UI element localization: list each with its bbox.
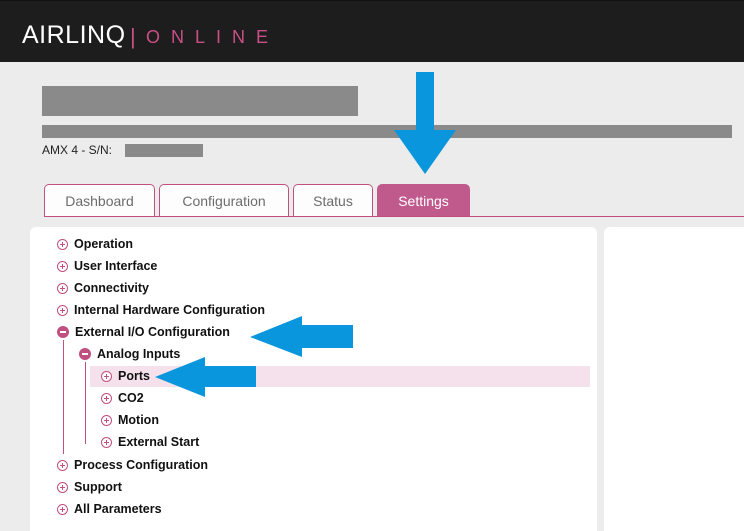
expand-plus-icon[interactable] (57, 238, 68, 250)
tab-divider (44, 216, 744, 217)
annotation-arrow-left-icon (250, 316, 353, 357)
tree-item-label: CO2 (118, 391, 144, 405)
tree-connector-line (85, 362, 86, 444)
expand-plus-icon[interactable] (101, 392, 112, 404)
tree-item-all-parameters[interactable]: All Parameters (57, 498, 162, 520)
expand-plus-icon[interactable] (57, 260, 68, 272)
tree-item-label: Support (74, 480, 122, 494)
redacted-device-description (42, 125, 732, 138)
tree-item-label: Internal Hardware Configuration (74, 303, 265, 317)
device-model-label: AMX 4 - S/N: (42, 143, 113, 157)
tab-label: Status (313, 192, 353, 209)
expand-plus-icon[interactable] (57, 503, 68, 515)
expand-plus-icon[interactable] (101, 370, 112, 382)
tree-item-ports[interactable]: Ports (101, 365, 150, 387)
brand-separator: | (130, 24, 136, 49)
tree-item-label: Motion (118, 413, 159, 427)
expand-plus-icon[interactable] (57, 304, 68, 316)
settings-detail-panel (604, 227, 744, 531)
tree-item-operation[interactable]: Operation (57, 233, 133, 255)
app-header: AIRLINQ | ONLINE (0, 0, 744, 62)
brand-logo: AIRLINQ (22, 21, 126, 49)
tab-label: Settings (398, 192, 449, 209)
tree-item-label: User Interface (74, 259, 158, 273)
expand-plus-icon[interactable] (101, 414, 112, 426)
collapse-minus-icon[interactable] (79, 348, 91, 360)
tree-item-process-configuration[interactable]: Process Configuration (57, 454, 208, 476)
expand-plus-icon[interactable] (101, 436, 112, 448)
tree-item-label: Connectivity (74, 281, 150, 295)
tab-label: Configuration (182, 192, 266, 209)
annotation-arrow-left-icon (155, 357, 256, 397)
tree-item-connectivity[interactable]: Connectivity (57, 277, 149, 299)
brand-subtitle: ONLINE (146, 27, 280, 47)
tree-item-label: All Parameters (74, 502, 162, 516)
expand-plus-icon[interactable] (57, 459, 68, 471)
redacted-device-name (42, 86, 358, 116)
tree-item-external-io-configuration[interactable]: External I/O Configuration (57, 321, 230, 343)
tab-dashboard[interactable]: Dashboard (44, 184, 155, 216)
tab-settings[interactable]: Settings (377, 184, 470, 216)
tree-item-support[interactable]: Support (57, 476, 122, 498)
tree-item-label: External I/O Configuration (75, 325, 230, 339)
tree-item-motion[interactable]: Motion (101, 409, 159, 431)
redacted-serial-number (125, 144, 203, 157)
tree-item-external-start[interactable]: External Start (101, 431, 199, 453)
expand-plus-icon[interactable] (57, 481, 68, 493)
expand-plus-icon[interactable] (57, 282, 68, 294)
tree-item-label: Process Configuration (74, 458, 209, 472)
tree-connector-line (63, 340, 64, 454)
collapse-minus-icon[interactable] (57, 326, 69, 338)
annotation-arrow-down-icon (394, 72, 456, 174)
tree-item-user-interface[interactable]: User Interface (57, 255, 157, 277)
tab-configuration[interactable]: Configuration (159, 184, 289, 216)
tab-label: Dashboard (65, 192, 134, 209)
tree-item-co2[interactable]: CO2 (101, 387, 144, 409)
tree-item-label: Ports (118, 369, 150, 383)
tree-item-label: External Start (118, 435, 200, 449)
tab-status[interactable]: Status (293, 184, 373, 216)
tree-item-label: Operation (74, 237, 134, 251)
tree-item-internal-hardware-configuration[interactable]: Internal Hardware Configuration (57, 299, 265, 321)
